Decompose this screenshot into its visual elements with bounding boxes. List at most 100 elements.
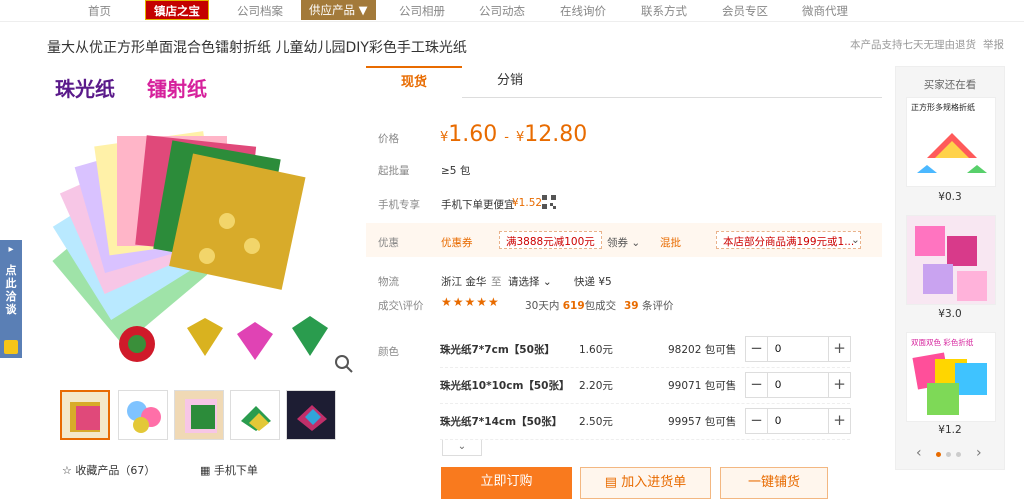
buy-now-button[interactable]: 立即订购 xyxy=(441,467,572,499)
cart-label: 加入进货单 xyxy=(621,475,687,490)
sku-price: 2.50元 xyxy=(579,416,613,428)
destination-select-label: 请选择 xyxy=(508,276,540,288)
thumbnail-4[interactable] xyxy=(230,390,280,440)
nav-news[interactable]: 公司动态 xyxy=(479,3,525,19)
nav-member[interactable]: 会员专区 xyxy=(722,3,768,19)
sku-label: 颜色 xyxy=(378,346,399,358)
sku-name: 珠光纸7*14cm【50张】 xyxy=(440,416,563,428)
qr-code-icon[interactable] xyxy=(542,195,556,209)
thumbnail-5[interactable] xyxy=(286,390,336,440)
thumbnail-3[interactable] xyxy=(174,390,224,440)
mobile-price: ¥1.52 xyxy=(512,197,543,209)
coupon-tag[interactable]: 满3888元减100元 xyxy=(499,231,602,249)
claim-label: 领券 xyxy=(607,237,628,249)
chevron-down-icon: ⌄ xyxy=(631,237,641,249)
nav-badge[interactable]: 镇店之宝 xyxy=(145,0,209,20)
nav-agent[interactable]: 微商代理 xyxy=(802,3,848,19)
nav-profile[interactable]: 公司档案 xyxy=(237,3,283,19)
decrement-button[interactable]: − xyxy=(746,373,768,397)
quantity-stepper: − + xyxy=(745,336,851,362)
nav-inquiry[interactable]: 在线询价 xyxy=(560,3,606,19)
sales-info: 30天内 619包成交 xyxy=(525,298,616,313)
chat-label: 点此洽谈 xyxy=(5,264,17,316)
origin: 浙江 金华 xyxy=(441,276,487,288)
to-label: 至 xyxy=(491,276,502,288)
quantity-input[interactable] xyxy=(769,373,827,397)
expand-sku-icon[interactable]: ⌄ xyxy=(442,440,482,456)
moq-label: 起批量 xyxy=(378,165,410,177)
increment-button[interactable]: + xyxy=(828,373,850,397)
related-caption-3: 双面双色 彩色折纸 xyxy=(911,337,974,347)
thumbnail-2[interactable] xyxy=(118,390,168,440)
hero-text-laser: 镭射纸 xyxy=(147,77,207,101)
sku-row: 珠光纸7*7cm【50张】 1.60元 98202 包可售 − + xyxy=(440,332,851,368)
product-title: 量大从优正方形单面混合色镭射折纸 儿童幼儿园DIY彩色手工珠光纸 xyxy=(47,40,467,56)
related-sidebar: 买家还在看 正方形多规格折纸 ¥0.3 ¥3.0 双面双色 彩色折纸 ¥1.2 … xyxy=(895,66,1005,470)
cart-list-icon: ▤ xyxy=(604,475,618,490)
star-outline-icon: ☆ xyxy=(62,464,72,477)
claim-coupon[interactable]: 领券 ⌄ xyxy=(607,235,640,250)
mix-tag[interactable]: 本店部分商品满199元或1... xyxy=(716,231,862,249)
thumbnail-1[interactable] xyxy=(60,390,110,440)
price-low: 1.60 xyxy=(448,122,498,147)
sku-price: 2.20元 xyxy=(579,380,613,392)
favorite-product[interactable]: ☆ 收藏产品（67） xyxy=(62,462,155,478)
tab-distribution[interactable]: 分销 xyxy=(462,66,558,98)
next-arrow-icon[interactable]: › xyxy=(976,445,982,461)
nav-home[interactable]: 首页 xyxy=(88,3,111,19)
sale-tabs: 现货 分销 xyxy=(366,66,882,98)
express-fee: 快递 ¥5 xyxy=(574,276,612,288)
increment-button[interactable]: + xyxy=(828,409,850,433)
nav-contact[interactable]: 联系方式 xyxy=(641,3,687,19)
destination-select[interactable]: 请选择 ⌄ xyxy=(508,274,552,289)
price-high: 12.80 xyxy=(524,122,588,147)
return-notice: 本产品支持七天无理由退货 xyxy=(850,39,976,51)
decrement-button[interactable]: − xyxy=(746,337,768,361)
carousel-dot[interactable] xyxy=(946,452,951,457)
mobile-order[interactable]: ▦ 手机下单 xyxy=(200,462,258,478)
prev-arrow-icon[interactable]: ‹ xyxy=(916,445,922,461)
main-product-image[interactable]: 珠光纸 镭射纸 xyxy=(47,66,353,380)
moq-value: ≥5 包 xyxy=(441,165,471,177)
price-range: ¥1.60 - ¥12.80 xyxy=(440,122,587,147)
sku-name: 珠光纸10*10cm【50张】 xyxy=(440,380,570,392)
sku-price: 1.60元 xyxy=(579,344,613,356)
mix-chevron-icon[interactable]: ⌄ xyxy=(851,234,860,246)
nav-album[interactable]: 公司相册 xyxy=(399,3,445,19)
price-label: 价格 xyxy=(378,133,399,145)
sku-stock: 99957 包可售 xyxy=(668,416,737,428)
nav-supply[interactable]: 供应产品 ▼ xyxy=(301,0,376,20)
mix-label: 混批 xyxy=(660,237,681,249)
decrement-button[interactable]: − xyxy=(746,409,768,433)
sales-count: 619 xyxy=(562,300,585,312)
currency-high: ¥ xyxy=(515,130,525,145)
sku-stock: 98202 包可售 xyxy=(668,344,737,356)
quantity-stepper: − + xyxy=(745,408,851,434)
related-item-3[interactable]: 双面双色 彩色折纸 xyxy=(906,332,996,422)
zoom-icon[interactable] xyxy=(333,353,355,375)
quantity-input[interactable] xyxy=(769,409,827,433)
hero-text-pearl: 珠光纸 xyxy=(55,77,115,101)
distribute-button[interactable]: 一键铺货 xyxy=(720,467,828,499)
tab-spot[interactable]: 现货 xyxy=(366,66,462,98)
mobile-order-label: 手机下单 xyxy=(213,464,258,477)
review-label: 条评价 xyxy=(641,300,674,312)
rating-stars: ★★★★★ xyxy=(441,295,500,309)
quantity-input[interactable] xyxy=(769,337,827,361)
quantity-stepper: − + xyxy=(745,372,851,398)
sales-prefix: 30天内 xyxy=(525,300,560,312)
sku-row: 珠光纸10*10cm【50张】 2.20元 99071 包可售 − + xyxy=(440,368,851,404)
carousel-dot[interactable] xyxy=(956,452,961,457)
carousel-dot-active[interactable] xyxy=(936,452,941,457)
chat-floatbar[interactable]: ▸ 点此洽谈 xyxy=(0,240,22,358)
report-link[interactable]: 举报 xyxy=(983,37,1004,52)
qr-icon: ▦ xyxy=(200,464,211,477)
related-price-3: ¥1.2 xyxy=(938,424,962,436)
add-to-cart-button[interactable]: ▤ 加入进货单 xyxy=(580,467,711,499)
related-item-2[interactable] xyxy=(906,215,996,305)
shield-icon xyxy=(4,340,18,354)
increment-button[interactable]: + xyxy=(828,337,850,361)
related-item-1[interactable]: 正方形多规格折纸 xyxy=(906,97,996,187)
top-nav: 首页 镇店之宝 公司档案 供应产品 ▼ 公司相册 公司动态 在线询价 联系方式 … xyxy=(0,0,1024,22)
review-info[interactable]: 39 条评价 xyxy=(624,298,673,313)
